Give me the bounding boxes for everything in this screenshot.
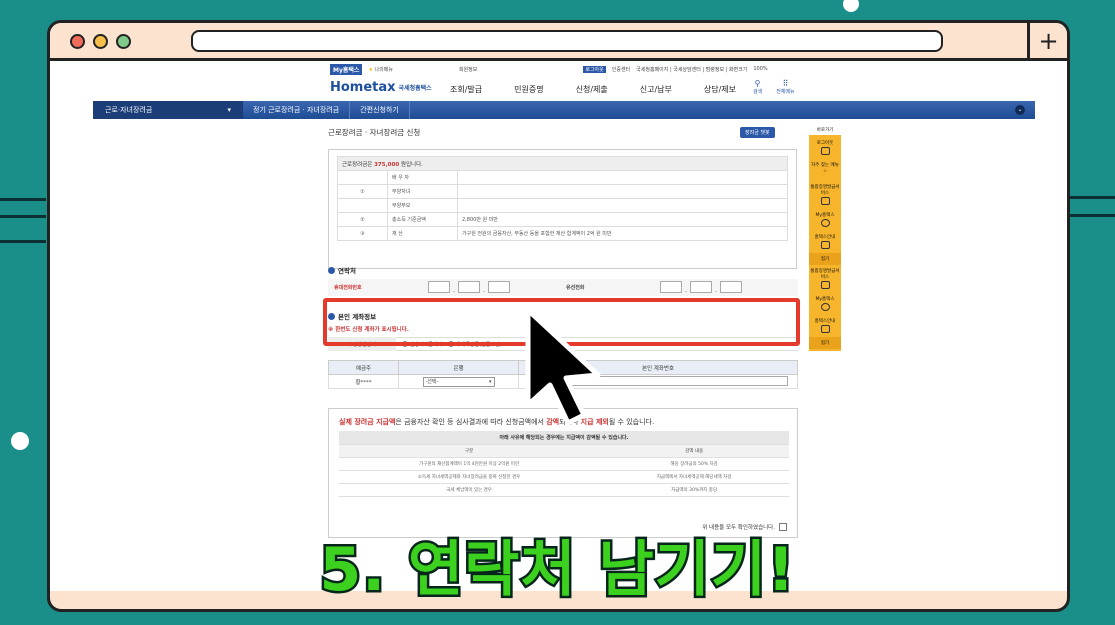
- quick-link[interactable]: 접기: [809, 337, 841, 349]
- menu-item[interactable]: 신청/제출: [576, 84, 608, 95]
- reduction-table: 아래 사유에 해당되는 경우에는 지급액이 감액될 수 있습니다. 구분 감액 내…: [339, 431, 789, 497]
- site-links[interactable]: 국세청홈페이지 | 국세상담센터 | 범령정보 | 화면크기: [636, 66, 747, 73]
- deco-line: [0, 240, 46, 243]
- all-menu-button[interactable]: ⠿ 전체메뉴: [776, 79, 794, 95]
- quick-links-title: 바로가기: [816, 128, 834, 133]
- grid-icon: ⠿: [782, 79, 789, 88]
- star-icon: ☆: [822, 169, 828, 174]
- quick-links-panel: 로그아웃 자주 찾는 메뉴 ☆ 통합증명발급서비스 My홈택스 홈택스안내 접기 …: [809, 135, 841, 351]
- search-button[interactable]: ⚲ 검색: [753, 79, 762, 95]
- search-icon: ⚲: [754, 79, 761, 88]
- nav-current-label: 근로·자녀장려금: [105, 106, 153, 114]
- main-menu: 조회/발급 민원증명 신청/제출 신고/납부 상담/제보: [450, 84, 736, 95]
- logo-subtext: 국세청홈택스: [398, 84, 432, 92]
- contact-row: 휴대전화번호 -- 유선전화 --: [328, 279, 798, 296]
- menu-item[interactable]: 신고/납부: [640, 84, 672, 95]
- deco-dot: [843, 0, 859, 12]
- close-icon[interactable]: [70, 34, 85, 49]
- quick-link[interactable]: My홈택스: [809, 209, 841, 231]
- summary-box: 근로장려금은 375,000 원입니다. 배 우 자 ① 부양자녀 부양부모 ②총…: [328, 149, 797, 269]
- col-header: 은행: [398, 360, 519, 375]
- table-row: ① 부양자녀: [337, 184, 788, 199]
- col-header: 구분: [339, 444, 600, 458]
- quick-link[interactable]: 통합증명발급서비스: [809, 265, 841, 293]
- user-icon: [820, 303, 830, 311]
- top-utility-bar: My홈택스 ★ 나의메뉴 회원정보 로그아웃 인증센터 국세청홈페이지 | 국세…: [330, 63, 850, 75]
- quick-link[interactable]: My홈택스: [809, 293, 841, 315]
- quick-link[interactable]: 자주 찾는 메뉴 ☆: [809, 159, 841, 181]
- home-icon: [820, 241, 830, 249]
- deco-line: [1069, 196, 1115, 199]
- mobile-input-3[interactable]: [488, 280, 510, 293]
- hometax-logo[interactable]: Hometax 국세청홈택스: [330, 77, 432, 97]
- phone-input-3[interactable]: [720, 280, 742, 293]
- minimize-icon[interactable]: [93, 34, 108, 49]
- table-row: 소득세 자녀세액공제와 자녀장려금을 중복 신청한 경우 지급액에서 자녀세액공제…: [339, 470, 789, 484]
- phone-input-2[interactable]: [690, 280, 712, 293]
- table-row: ③재 산 가구원 전원의 금융자산, 부동산 등을 포함한 재산 합계액이 2억 …: [337, 226, 788, 241]
- menu-item[interactable]: 조회/발급: [450, 84, 482, 95]
- maximize-icon[interactable]: [116, 34, 131, 49]
- my-hometax-link[interactable]: My홈택스: [330, 63, 363, 75]
- quick-link[interactable]: 홈택스안내: [809, 231, 841, 253]
- holder-value: 황****: [328, 374, 399, 389]
- page-title: 근로장려금 · 자녀장려금 신청: [328, 128, 421, 137]
- bank-select[interactable]: -선택- ▾: [422, 376, 495, 387]
- new-tab-icon[interactable]: +: [1027, 23, 1067, 61]
- table-row: 가구원의 재산합계액이 1억 4천만원 이상 2억원 미만 해당 장려금의 50%…: [339, 457, 789, 471]
- browser-titlebar: +: [50, 23, 1067, 61]
- phone-label: 유선전화: [566, 285, 585, 291]
- table-row: 배 우 자: [337, 170, 788, 185]
- quick-link[interactable]: 로그아웃: [809, 137, 841, 159]
- certificate-link[interactable]: 인증센터: [612, 66, 630, 73]
- address-bar[interactable]: [191, 30, 943, 52]
- nav-crumb[interactable]: 정기 근로장려금 · 자녀장려금: [243, 101, 351, 119]
- deco-line: [1069, 214, 1115, 217]
- check-icon: [820, 197, 830, 205]
- quick-link[interactable]: 홈택스안내: [809, 315, 841, 337]
- video-caption: 5. 연락처 남기기!: [317, 533, 797, 608]
- user-info-link[interactable]: 회원정보: [459, 66, 477, 73]
- menu-item[interactable]: 민원증명: [514, 84, 543, 95]
- mobile-inputs: --: [428, 280, 510, 295]
- favorites-link[interactable]: ★ 나의메뉴: [368, 66, 392, 73]
- phone-inputs: --: [660, 280, 742, 295]
- chatbot-button[interactable]: 장려금 챗봇: [740, 127, 775, 138]
- nav-crumb[interactable]: 간편신청하기: [350, 101, 410, 119]
- table-row: ② 총소득 기준금액 2,800만 원 미만: [337, 212, 788, 227]
- deco-line: [0, 215, 46, 218]
- home-icon: [820, 325, 830, 333]
- amount-line: 근로장려금은 375,000 원입니다.: [337, 156, 788, 171]
- mobile-input-1[interactable]: [428, 280, 450, 293]
- nav-current[interactable]: 근로·자녀장려금 ▾: [93, 101, 243, 119]
- deco-line: [0, 198, 46, 201]
- table-row: 부양부모: [337, 198, 788, 213]
- logo-text: Hometax: [330, 79, 396, 95]
- menu-item[interactable]: 상담/제보: [704, 84, 736, 95]
- chevron-down-icon: ▾: [227, 106, 231, 114]
- cursor-arrow-icon: [525, 307, 601, 426]
- quick-link[interactable]: 통합증명발급서비스: [809, 181, 841, 209]
- user-icon: [820, 219, 830, 227]
- deco-dot: [11, 432, 29, 450]
- location-nav: 근로·자녀장려금 ▾ 정기 근로장려금 · 자녀장려금 간편신청하기 ⌄: [93, 101, 1035, 119]
- quick-link[interactable]: 접기: [809, 253, 841, 265]
- logout-icon: [820, 147, 830, 155]
- quick-links: 바로가기 로그아웃 자주 찾는 메뉴 ☆ 통합증명발급서비스 My홈택스 홈택스안…: [809, 127, 841, 351]
- mobile-label: 휴대전화번호: [334, 285, 362, 291]
- bullet-icon: [328, 266, 335, 274]
- logout-button[interactable]: 로그아웃: [583, 65, 606, 73]
- table-header: 아래 사유에 해당되는 경우에는 지급액이 감액될 수 있습니다.: [339, 431, 789, 445]
- zoom-level[interactable]: 100%: [753, 66, 767, 72]
- check-icon: [820, 281, 830, 289]
- phone-input-1[interactable]: [660, 280, 682, 293]
- contact-section-title: 연락처: [328, 265, 356, 275]
- header-icons: ⚲ 검색 ⠿ 전체메뉴: [753, 79, 795, 95]
- mobile-input-2[interactable]: [458, 280, 480, 293]
- expand-icon[interactable]: ⌄: [1015, 105, 1025, 115]
- table-row: 국세 체납액이 있는 경우 지급액의 30%까지 충당: [339, 483, 789, 497]
- summary-table: 근로장려금은 375,000 원입니다. 배 우 자 ① 부양자녀 부양부모 ②총…: [337, 156, 788, 241]
- col-header: 감액 내용: [599, 444, 789, 458]
- col-header: 예금주: [328, 360, 399, 375]
